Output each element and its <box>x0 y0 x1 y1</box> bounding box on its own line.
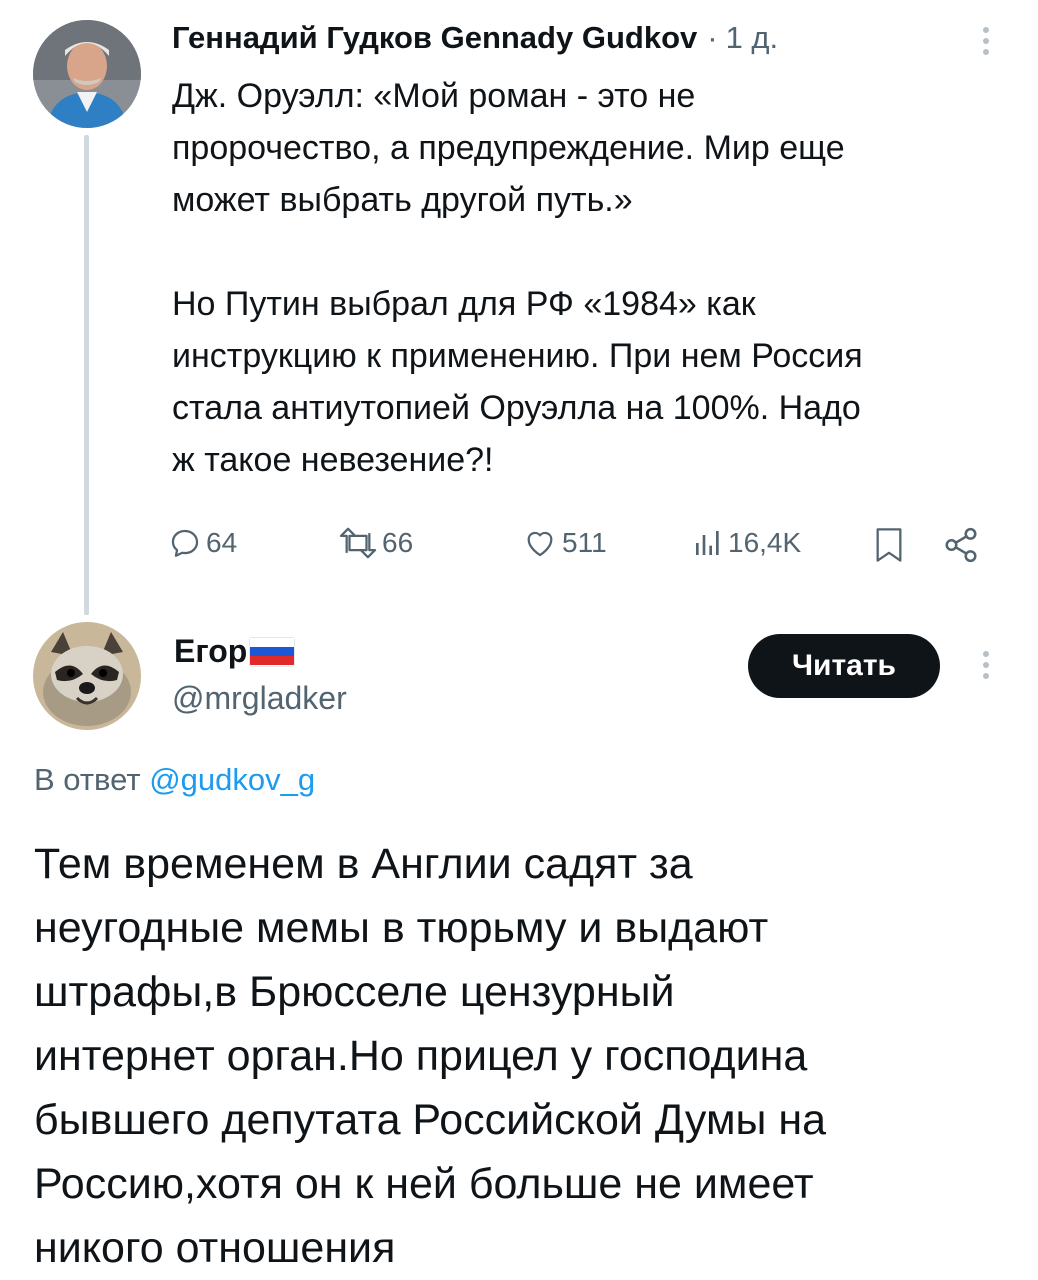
person-avatar-icon <box>33 20 141 128</box>
russia-flag-icon <box>249 636 296 667</box>
reply-author-avatar[interactable] <box>33 622 141 730</box>
author-name[interactable]: Геннадий Гудков Gennady Gudkov <box>172 20 697 56</box>
reply-count: 64 <box>206 527 238 558</box>
header-separator: · <box>707 20 718 55</box>
tweet-text-line: пророчество, а предупреждение. Мир еще <box>172 129 845 167</box>
heart-icon <box>527 531 553 557</box>
reply-context: В ответ @gudkov_g <box>34 762 315 798</box>
reply-text: Тем временем в Англии садят за неугодные… <box>34 832 1024 1280</box>
tweet-text-line: Дж. Оруэлл: «Мой роман - это не <box>172 77 696 115</box>
views-button[interactable]: 16,4K <box>692 526 801 560</box>
reply-button[interactable]: 64 <box>168 526 237 560</box>
tweet-header: Геннадий Гудков Gennady Gudkov · 1 д. <box>172 20 778 56</box>
reply-author-name[interactable]: Егор <box>174 633 247 670</box>
repost-button[interactable]: 66 <box>338 526 413 560</box>
reply-author-name-row: Егор <box>174 633 296 670</box>
reply-text-line: интернет орган.Но прицел у господина <box>34 1032 808 1080</box>
more-options-icon[interactable] <box>974 22 998 62</box>
tweet-text-line: ж такое невезение?! <box>172 441 494 479</box>
reply-text-line: неугодные мемы в тюрьму и выдают <box>34 904 769 952</box>
reply-to-prefix: В ответ <box>34 762 141 797</box>
reply-text-line: никого отношения <box>34 1224 396 1272</box>
tweet-text: Дж. Оруэлл: «Мой роман - это не пророчес… <box>172 70 1022 486</box>
share-button[interactable] <box>942 526 980 564</box>
tweet-text-line: может выбрать другой путь.» <box>172 181 633 219</box>
follow-button[interactable]: Читать <box>748 634 940 698</box>
views-count: 16,4K <box>728 527 802 558</box>
like-count: 511 <box>562 527 607 558</box>
author-avatar[interactable] <box>33 20 141 128</box>
reply-text-line: штрафы,в Брюсселе цензурный <box>34 968 675 1016</box>
reply-author-handle[interactable]: @mrgladker <box>172 680 347 717</box>
reply-text-line: Тем временем в Англии садят за <box>34 840 693 888</box>
tweet-timestamp[interactable]: 1 д. <box>726 20 779 56</box>
reply-text-line: Россию,хотя он к ней больше не имеет <box>34 1160 814 1208</box>
repost-count: 66 <box>382 527 414 558</box>
tweet-action-bar: 64 66 511 16,4K <box>168 520 998 570</box>
raccoon-avatar-icon <box>33 622 141 730</box>
like-button[interactable]: 511 <box>522 526 607 560</box>
bookmark-icon <box>876 528 902 562</box>
tweet-text-line: инструкцию к применению. При нем Россия <box>172 337 863 375</box>
reply-more-options-icon[interactable] <box>974 646 998 686</box>
thread-connector-line <box>84 135 89 615</box>
tweet-text-line: стала антиутопией Оруэлла на 100%. Надо <box>172 389 861 427</box>
share-icon <box>945 527 977 563</box>
reply-to-mention[interactable]: @gudkov_g <box>149 762 315 797</box>
reply-icon <box>171 529 199 557</box>
reply-text-line: бывшего депутата Российской Думы на <box>34 1096 827 1144</box>
bookmark-button[interactable] <box>872 526 906 564</box>
tweet-text-line: Но Путин выбрал для РФ «1984» как <box>172 285 756 323</box>
views-chart-icon <box>696 531 719 555</box>
repost-icon <box>339 527 377 559</box>
